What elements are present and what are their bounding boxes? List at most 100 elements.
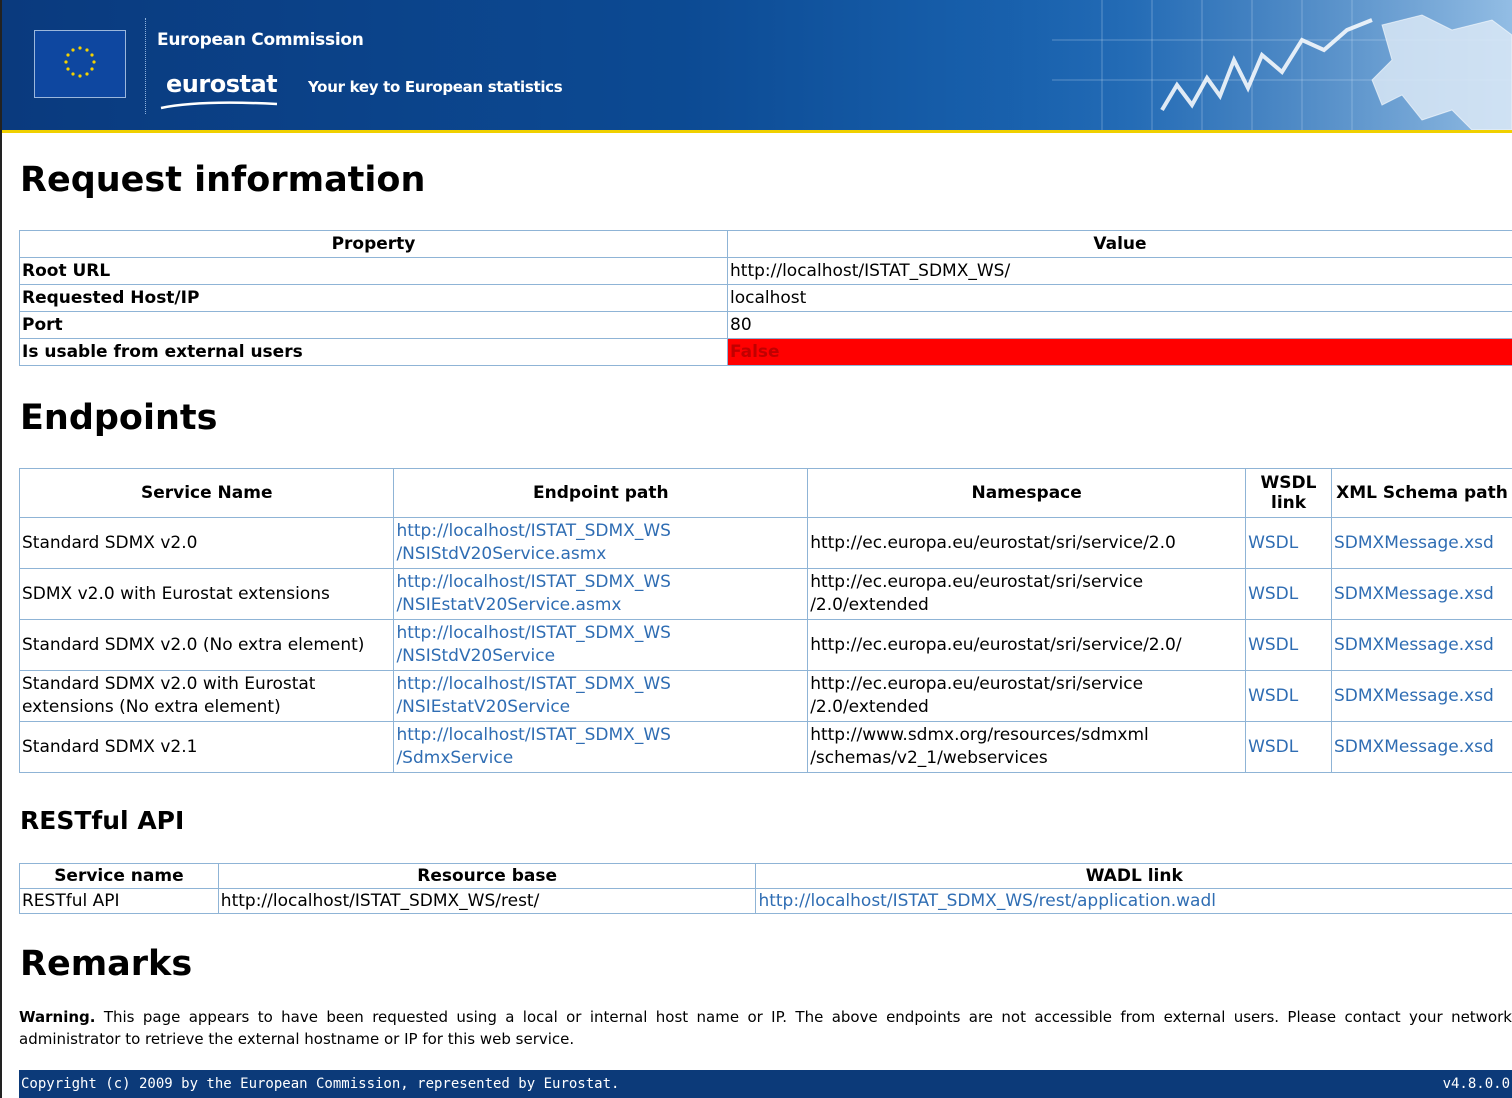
resource-base-cell: http://localhost/ISTAT_SDMX_WS/rest/ <box>217 888 757 914</box>
table-row: Standard SDMX v2.0 with Eurostat extensi… <box>18 670 1512 722</box>
column-header: Service Name <box>18 468 395 518</box>
wsdl-link[interactable]: WSDL <box>1248 533 1298 553</box>
endpoint-path-link[interactable]: http://localhost/ISTAT_SDMX_WS/NSIEstatV… <box>396 572 670 615</box>
request-info-heading: Request information <box>20 160 426 200</box>
wsdl-link[interactable]: WSDL <box>1248 737 1298 757</box>
wsdl-cell: WSDL <box>1245 619 1332 671</box>
service-name-cell: Standard SDMX v2.0 <box>18 517 395 569</box>
schema-link[interactable]: SDMXMessage.xsd <box>1334 686 1494 706</box>
table-row: RESTful API http://localhost/ISTAT_SDMX_… <box>19 888 1512 914</box>
namespace-cell: http://ec.europa.eu/eurostat/sri/service… <box>807 517 1247 569</box>
service-name-cell: Standard SDMX v2.0 (No extra element) <box>18 619 395 671</box>
namespace-cell: http://www.sdmx.org/resources/sdmxml/sch… <box>807 721 1247 773</box>
service-name-cell: Standard SDMX v2.0 with Eurostat extensi… <box>18 670 395 722</box>
endpoints-table: Service Name Endpoint path Namespace WSD… <box>18 468 1512 773</box>
schema-link[interactable]: SDMXMessage.xsd <box>1334 635 1494 655</box>
endpoint-path-link[interactable]: http://localhost/ISTAT_SDMX_WS/NSIStdV20… <box>396 623 670 666</box>
page-footer: Copyright (c) 2009 by the European Commi… <box>19 1070 1512 1098</box>
property-cell: Root URL <box>19 257 728 285</box>
endpoint-path-cell: http://localhost/ISTAT_SDMX_WS/NSIEstatV… <box>393 670 809 722</box>
namespace-cell: http://ec.europa.eu/eurostat/sri/service… <box>807 619 1247 671</box>
value-cell: localhost <box>727 284 1512 312</box>
schema-cell: SDMXMessage.xsd <box>1331 517 1512 569</box>
schema-link[interactable]: SDMXMessage.xsd <box>1334 584 1494 604</box>
copyright-text: Copyright (c) 2009 by the European Commi… <box>21 1076 620 1092</box>
table-header-row: Property Value <box>19 230 1512 258</box>
wsdl-cell: WSDL <box>1245 670 1332 722</box>
namespace-line: /2.0/extended <box>810 595 929 615</box>
logo-swoosh-icon <box>160 101 278 110</box>
column-header: Namespace <box>807 468 1247 518</box>
wsdl-link[interactable]: WSDL <box>1248 635 1298 655</box>
namespace-cell: http://ec.europa.eu/eurostat/sri/service… <box>807 670 1247 722</box>
external-usable-status: False <box>727 338 1512 366</box>
wadl-link[interactable]: http://localhost/ISTAT_SDMX_WS/rest/appl… <box>758 891 1216 911</box>
banner-divider <box>145 18 147 114</box>
endpoint-path-cell: http://localhost/ISTAT_SDMX_WS/NSIStdV20… <box>393 619 809 671</box>
site-banner: European Commission eurostat Your key to… <box>2 0 1512 130</box>
endpoint-path-cell: http://localhost/ISTAT_SDMX_WS/NSIStdV20… <box>393 517 809 569</box>
endpoint-path-cell: http://localhost/ISTAT_SDMX_WS/SdmxServi… <box>393 721 809 773</box>
wsdl-cell: WSDL <box>1245 721 1332 773</box>
value-cell: 80 <box>727 311 1512 339</box>
namespace-line: http://ec.europa.eu/eurostat/sri/service <box>810 572 1144 592</box>
endpoint-path-line: http://localhost/ISTAT_SDMX_WS <box>396 725 671 745</box>
endpoint-path-link[interactable]: http://localhost/ISTAT_SDMX_WS/NSIEstatV… <box>396 674 670 717</box>
endpoint-path-line: /NSIStdV20Service <box>396 646 556 666</box>
endpoint-path-link[interactable]: http://localhost/ISTAT_SDMX_WS/SdmxServi… <box>396 725 670 768</box>
wsdl-cell: WSDL <box>1245 568 1332 620</box>
schema-cell: SDMXMessage.xsd <box>1331 568 1512 620</box>
wadl-cell: http://localhost/ISTAT_SDMX_WS/rest/appl… <box>755 888 1512 914</box>
column-header: WADL link <box>755 863 1512 889</box>
schema-cell: SDMXMessage.xsd <box>1331 721 1512 773</box>
restful-table: Service name Resource base WADL link RES… <box>19 863 1512 914</box>
org-name: European Commission <box>157 30 364 50</box>
endpoint-path-line: http://localhost/ISTAT_SDMX_WS <box>396 623 671 643</box>
table-row: Root URL http://localhost/ISTAT_SDMX_WS/ <box>19 257 1512 285</box>
service-name-cell: Standard SDMX v2.1 <box>18 721 395 773</box>
value-cell: http://localhost/ISTAT_SDMX_WS/ <box>727 257 1512 285</box>
service-name-cell: SDMX v2.0 with Eurostat extensions <box>18 568 395 620</box>
version-label: v4.8.0.0 <box>1442 1076 1510 1092</box>
tagline: Your key to European statistics <box>308 78 563 96</box>
endpoint-path-line: /SdmxService <box>396 748 514 768</box>
column-header: Endpoint path <box>393 468 809 518</box>
property-cell: Requested Host/IP <box>19 284 728 312</box>
schema-cell: SDMXMessage.xsd <box>1331 619 1512 671</box>
schema-link[interactable]: SDMXMessage.xsd <box>1334 533 1494 553</box>
restful-heading: RESTful API <box>20 806 185 835</box>
namespace-line: /schemas/v2_1/webservices <box>810 748 1048 768</box>
table-row: Port 80 <box>19 311 1512 339</box>
endpoint-path-line: http://localhost/ISTAT_SDMX_WS <box>396 674 671 694</box>
schema-link[interactable]: SDMXMessage.xsd <box>1334 737 1494 757</box>
schema-cell: SDMXMessage.xsd <box>1331 670 1512 722</box>
column-header: WSDL link <box>1245 468 1332 518</box>
warning-label: Warning. <box>19 1008 96 1026</box>
table-header-row: Service Name Endpoint path Namespace WSD… <box>18 468 1512 518</box>
column-header: Resource base <box>217 863 757 889</box>
eurostat-logo: eurostat <box>166 70 278 98</box>
table-row: Is usable from external users False <box>19 338 1512 366</box>
column-header: Value <box>727 230 1512 258</box>
endpoint-path-line: /NSIStdV20Service.asmx <box>396 544 607 564</box>
column-header: Property <box>19 230 728 258</box>
wsdl-cell: WSDL <box>1245 517 1332 569</box>
endpoint-path-line: http://localhost/ISTAT_SDMX_WS <box>396 572 671 592</box>
property-cell: Is usable from external users <box>19 338 728 366</box>
service-name-cell: RESTful API <box>19 888 219 914</box>
table-row: Standard SDMX v2.1 http://localhost/ISTAT… <box>18 721 1512 773</box>
namespace-line: http://ec.europa.eu/eurostat/sri/service… <box>810 634 1182 655</box>
endpoint-path-line: /NSIEstatV20Service <box>396 697 571 717</box>
namespace-line: http://ec.europa.eu/eurostat/sri/service <box>810 674 1144 694</box>
remarks-heading: Remarks <box>20 944 193 984</box>
remarks-text: Warning. This page appears to have been … <box>19 1006 1512 1050</box>
endpoint-path-line: /NSIEstatV20Service.asmx <box>396 595 622 615</box>
eu-flag-icon <box>34 30 126 98</box>
table-row: SDMX v2.0 with Eurostat extensions http:/… <box>18 568 1512 620</box>
wsdl-link[interactable]: WSDL <box>1248 584 1298 604</box>
namespace-line: http://ec.europa.eu/eurostat/sri/service… <box>810 532 1176 553</box>
wsdl-link[interactable]: WSDL <box>1248 686 1298 706</box>
endpoint-path-link[interactable]: http://localhost/ISTAT_SDMX_WS/NSIStdV20… <box>396 521 670 564</box>
column-header: XML Schema path <box>1331 468 1512 518</box>
endpoint-path-line: http://localhost/ISTAT_SDMX_WS <box>396 521 671 541</box>
